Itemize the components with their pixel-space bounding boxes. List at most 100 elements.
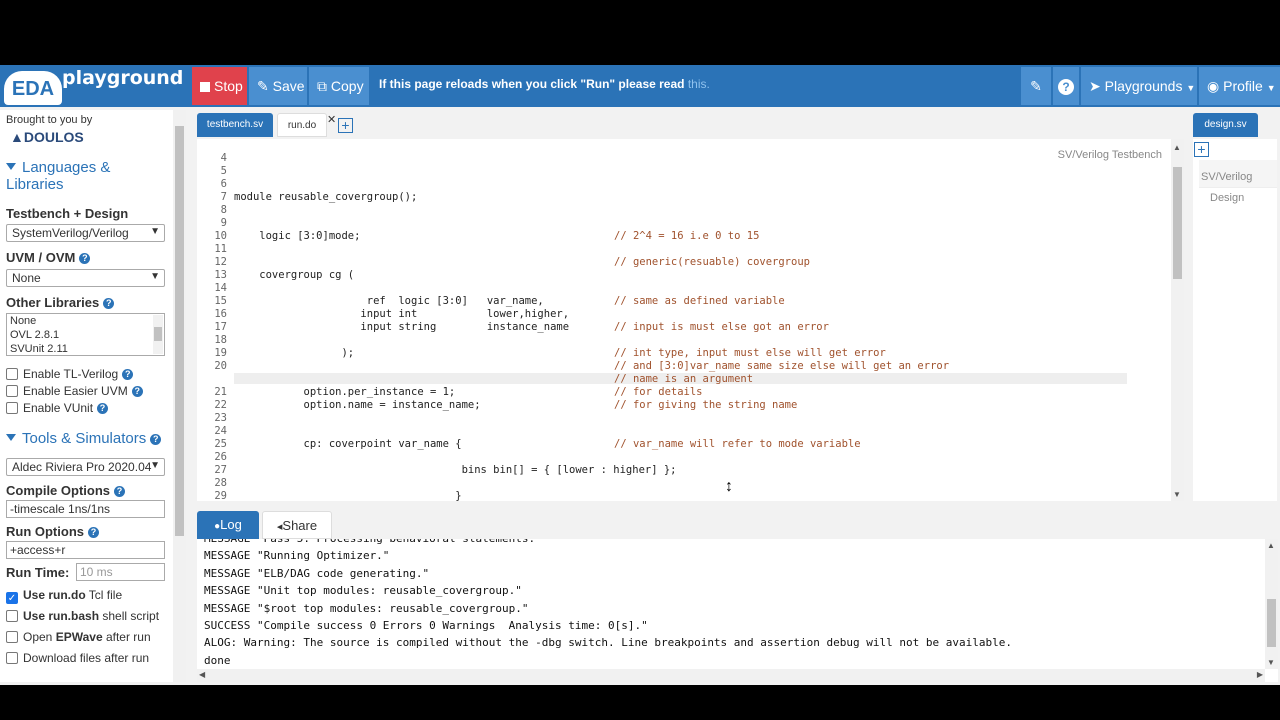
languages-libraries-heading[interactable]: Languages & Libraries (6, 159, 166, 193)
other-libraries-list[interactable]: None OVL 2.8.1 SVUnit 2.11 (6, 313, 165, 356)
tab-design-sv[interactable]: design.sv (1193, 113, 1258, 137)
use-run-bash-checkbox[interactable] (6, 610, 18, 622)
code-line[interactable]: 23 (197, 412, 1172, 425)
scroll-up-icon[interactable]: ▲ (1173, 143, 1181, 152)
tab-log[interactable]: ●Log (197, 511, 259, 539)
sidebar-scrollbar[interactable] (173, 110, 186, 682)
code-line[interactable]: 15 ref logic [3:0] var_name, // same as d… (197, 295, 1172, 308)
code-line[interactable]: 21 option.per_instance = 1; // for detail… (197, 386, 1172, 399)
close-tab-icon[interactable]: ✕ (327, 113, 336, 126)
code-line[interactable]: 22 option.name = instance_name; // for gi… (197, 399, 1172, 412)
info-icon[interactable]: ? (114, 486, 125, 497)
log-scroll-thumb[interactable] (1267, 599, 1276, 647)
profile-menu-button[interactable]: ◉ Profile ▼ (1199, 67, 1280, 105)
add-file-icon[interactable]: + (338, 118, 353, 133)
list-item[interactable]: OVL 2.8.1 (10, 328, 164, 342)
save-button[interactable]: ✎ Save (249, 67, 307, 105)
info-icon[interactable]: ? (103, 298, 115, 309)
code-line[interactable]: 29 } (197, 490, 1172, 501)
scroll-left-icon[interactable]: ◀ (199, 670, 205, 679)
brought-by-text: Brought to you by (6, 114, 93, 126)
code-comment: // and [3:0]var_name same size else will… (614, 360, 950, 372)
use-run-bash-option[interactable]: Use run.bash shell script (6, 609, 159, 623)
testbench-code-editor[interactable]: 4 5 6 7 module reusable_covergroup(); 8 9 10 lo… (197, 139, 1184, 501)
code-line[interactable]: 7 module reusable_covergroup(); (197, 191, 1172, 204)
open-epwave-option[interactable]: Open EPWave after run (6, 630, 151, 644)
scroll-down-icon[interactable]: ▼ (1267, 658, 1275, 667)
scroll-down-icon[interactable]: ▼ (1173, 490, 1181, 499)
reload-notice-link[interactable]: this. (688, 77, 710, 91)
stop-button[interactable]: Stop (192, 67, 247, 105)
tools-simulators-heading[interactable]: Tools & Simulators? (6, 430, 162, 447)
log-output[interactable]: MESSAGE "Pass 5. Processing behavioral s… (197, 539, 1278, 682)
code-line[interactable]: 9 (197, 217, 1172, 230)
log-scrollbar[interactable]: ▲ ▼ (1265, 539, 1278, 669)
info-icon[interactable]: ? (150, 434, 162, 445)
code-line[interactable]: 13 covergroup cg ( (197, 269, 1172, 282)
code-line[interactable]: 28 (197, 477, 1172, 490)
add-file-icon[interactable]: + (1194, 142, 1209, 157)
list-scrollbar[interactable] (153, 315, 163, 354)
simulator-select[interactable]: Aldec Riviera Pro 2020.04 ▼ (6, 458, 165, 476)
info-icon[interactable]: ? (131, 386, 143, 397)
enable-tl-verilog-checkbox[interactable] (6, 368, 18, 380)
download-files-option[interactable]: Download files after run (6, 651, 149, 665)
code-line[interactable]: 12 // generic(resuable) covergroup (197, 256, 1172, 269)
uvm-ovm-select[interactable]: None ▼ (6, 269, 165, 287)
info-icon[interactable]: ? (122, 369, 134, 380)
code-text: bins bin[] = { [lower : higher] }; (234, 464, 677, 476)
check-icon[interactable]: ✓ (6, 592, 18, 604)
testbench-design-select[interactable]: SystemVerilog/Verilog ▼ (6, 224, 165, 242)
editor-scrollbar[interactable]: ▲ ▼ (1171, 139, 1184, 501)
tab-share[interactable]: ◂Share (262, 511, 332, 539)
help-button[interactable]: ? (1053, 67, 1079, 105)
code-line[interactable]: 14 (197, 282, 1172, 295)
code-line[interactable]: 25 cp: coverpoint var_name {// var_name … (197, 438, 1172, 451)
scroll-right-icon[interactable]: ▶ (1257, 670, 1263, 679)
enable-easier-uvm-option[interactable]: Enable Easier UVM? (6, 384, 143, 398)
code-line[interactable]: 19 ); // int type, input must else will g… (197, 347, 1172, 360)
list-item[interactable]: None (10, 314, 164, 328)
doulos-logo[interactable]: ▲DOULOS (10, 129, 84, 145)
code-line[interactable]: 5 (197, 165, 1172, 178)
info-icon[interactable]: ? (88, 527, 99, 538)
editor-scroll-thumb[interactable] (1173, 167, 1182, 279)
info-icon[interactable]: ? (79, 253, 91, 264)
sidebar-scroll-thumb[interactable] (175, 126, 184, 536)
code-line[interactable]: 16 input int lower,higher, (197, 308, 1172, 321)
edit-button[interactable]: ✎ (1021, 67, 1051, 105)
enable-tl-verilog-option[interactable]: Enable TL-Verilog? (6, 367, 134, 381)
info-icon[interactable]: ? (97, 403, 109, 414)
playgrounds-menu-button[interactable]: ➤ Playgrounds ▼ (1081, 67, 1197, 105)
list-item[interactable]: SVUnit 2.11 (10, 342, 164, 356)
code-line[interactable]: 10 logic [3:0]mode; // 2^4 = 16 i.e 0 to … (197, 230, 1172, 243)
use-run-do-option[interactable]: ✓ Use run.do Tcl file (6, 588, 122, 604)
line-number: 16 (214, 308, 227, 320)
copy-button[interactable]: ⧉ Copy (309, 67, 369, 105)
eda-playground-logo[interactable]: EDA playground (4, 67, 184, 105)
design-code-editor[interactable]: + SV/Verilog Design (1193, 139, 1277, 501)
download-files-checkbox[interactable] (6, 652, 18, 664)
enable-easier-uvm-checkbox[interactable] (6, 385, 18, 397)
run-options-input[interactable]: +access+r (6, 541, 165, 559)
run-time-input[interactable]: 10 ms (76, 563, 165, 581)
tab-run-do[interactable]: run.do (277, 113, 327, 137)
code-line[interactable]: 6 (197, 178, 1172, 191)
tab-testbench-sv[interactable]: testbench.sv (197, 113, 273, 137)
log-horizontal-scrollbar[interactable]: ◀ ▶ (197, 669, 1265, 682)
code-line[interactable]: // name is an argument (197, 373, 1172, 386)
enable-vunit-checkbox[interactable] (6, 402, 18, 414)
code-line[interactable]: 24 (197, 425, 1172, 438)
code-line[interactable]: 18 (197, 334, 1172, 347)
compile-options-input[interactable]: -timescale 1ns/1ns (6, 500, 165, 518)
enable-vunit-option[interactable]: Enable VUnit? (6, 401, 109, 415)
code-line[interactable]: 26 (197, 451, 1172, 464)
code-line[interactable]: 8 (197, 204, 1172, 217)
code-line[interactable]: 20 // and [3:0]var_name same size else wi… (197, 360, 1172, 373)
code-line[interactable]: 17 input string instance_name // input is… (197, 321, 1172, 334)
scroll-up-icon[interactable]: ▲ (1267, 541, 1275, 550)
code-line[interactable]: 27 bins bin[] = { [lower : higher] }; (197, 464, 1172, 477)
open-epwave-checkbox[interactable] (6, 631, 18, 643)
code-line[interactable]: 11 (197, 243, 1172, 256)
code-line[interactable]: 4 (197, 152, 1172, 165)
